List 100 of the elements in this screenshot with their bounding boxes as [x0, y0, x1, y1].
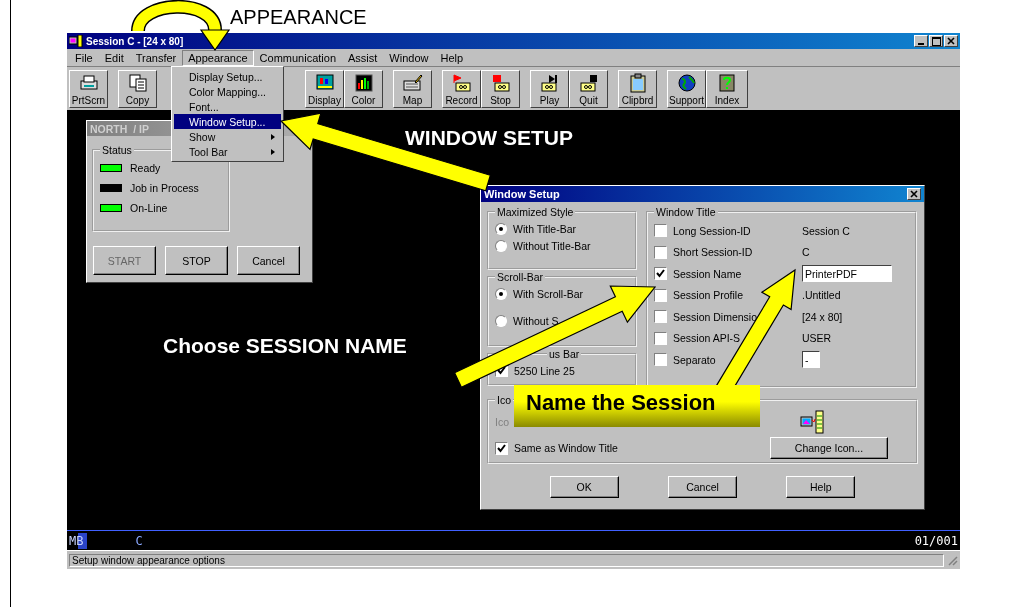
clipboard-icon: [627, 72, 648, 95]
checkbox-label: Session Profile: [673, 289, 744, 302]
checkbox-label: Short Session-ID: [673, 246, 753, 259]
status-label: Job in Process: [130, 182, 199, 194]
checkbox[interactable]: [654, 353, 667, 367]
callout-banner: Name the Session: [514, 385, 760, 427]
checkbox-label: Same as Window Title: [514, 442, 618, 454]
toolbar-button[interactable]: Map: [393, 69, 432, 108]
maximize-button[interactable]: [929, 35, 943, 47]
help-book-icon: [717, 72, 737, 95]
annotation-text: APPEARANCE: [230, 6, 367, 28]
menu-item[interactable]: Edit: [98, 49, 130, 66]
radio-label: Without Title-Bar: [513, 239, 591, 252]
dialog-button[interactable]: OK: [549, 476, 619, 498]
color-bars-icon: [353, 72, 374, 95]
toolbar-button[interactable]: Display: [305, 69, 344, 108]
toolbar-button[interactable]: Stop: [481, 69, 520, 108]
checkbox[interactable]: [654, 245, 667, 259]
menu-item[interactable]: Help: [434, 49, 470, 66]
annotation-text: WINDOW SETUP: [405, 126, 573, 150]
record-icon: [451, 72, 472, 95]
radio-label: With Title-Bar: [513, 222, 576, 235]
close-button[interactable]: [944, 35, 958, 47]
radio-button[interactable]: [495, 287, 507, 300]
close-icon: [910, 190, 918, 198]
menu-item[interactable]: File: [69, 49, 99, 66]
group-label: Ico: [496, 394, 512, 406]
status-bar: Setup window appearance options: [69, 553, 944, 567]
input-field[interactable]: -: [802, 351, 820, 369]
checkbox[interactable]: [654, 224, 667, 238]
window-title: Session C - [24 x 80]: [86, 35, 184, 47]
computer-icon: [800, 410, 824, 434]
resize-grip-icon[interactable]: [946, 554, 958, 566]
menu-item[interactable]: Color Mapping...: [174, 84, 281, 99]
menu-item[interactable]: Appearance: [182, 49, 254, 66]
dialog-title: Window Setup: [484, 188, 560, 200]
annotation-text: Choose SESSION NAME: [163, 334, 407, 358]
cursor-position: 01/001: [914, 533, 958, 548]
dialog-button[interactable]: STOP: [165, 246, 228, 275]
group-label: Window Title: [655, 206, 717, 218]
checkbox-label: Session API-S: [673, 332, 741, 345]
checkbox-label: Separato: [673, 353, 716, 366]
group-label: Scroll-Bar: [496, 271, 545, 283]
checkbox[interactable]: [654, 267, 667, 281]
submenu-arrow-icon: [271, 148, 275, 155]
toolbar-button[interactable]: Quit: [569, 69, 608, 108]
title-value: .Untitled: [802, 289, 842, 302]
checkbox-label: Long Session-ID: [673, 224, 751, 237]
checkbox-label: Session Dimensio: [673, 310, 758, 323]
title-value: [24 x 80]: [802, 310, 844, 323]
toolbar-button[interactable]: PrtScrn: [69, 69, 108, 108]
status-label: Ready: [130, 162, 161, 174]
dialog-button[interactable]: Cancel: [668, 476, 737, 498]
checkbox-label: Session Name: [673, 267, 742, 280]
checkbox[interactable]: [654, 331, 667, 345]
change-icon-button[interactable]: Change Icon...: [770, 437, 888, 459]
radio-button[interactable]: [495, 314, 507, 327]
toolbar-button[interactable]: Index: [706, 69, 748, 108]
session-letter: C: [135, 533, 143, 548]
group-label: Status: [101, 144, 133, 156]
menu-item[interactable]: Assist: [342, 49, 384, 66]
checkbox[interactable]: [654, 310, 667, 324]
toolbar-button[interactable]: Record: [442, 69, 481, 108]
title-value: Session C: [802, 224, 851, 237]
menu-item[interactable]: Font...: [174, 99, 281, 114]
globe-icon: [676, 72, 697, 95]
menu-item[interactable]: Window Setup...: [174, 114, 281, 129]
menu-item[interactable]: Window: [383, 49, 435, 66]
minimize-button[interactable]: [914, 35, 928, 47]
radio-label: Without S: [513, 314, 559, 327]
menu-item[interactable]: Communication: [253, 49, 342, 66]
dialog-button[interactable]: Help: [786, 476, 856, 498]
icon-text: Ico: [495, 416, 510, 428]
checkbox[interactable]: [495, 441, 508, 455]
tape-square-icon: [578, 72, 599, 95]
stop-icon: [490, 72, 511, 95]
toolbar-button[interactable]: Clipbrd: [618, 69, 657, 108]
dialog-button[interactable]: Cancel: [237, 246, 300, 275]
input-field[interactable]: PrinterPDF: [802, 265, 892, 283]
checkbox[interactable]: [654, 288, 667, 302]
toolbar-button[interactable]: Support: [667, 69, 706, 108]
menu-item[interactable]: Transfer: [129, 49, 183, 66]
group-label: us Bar: [548, 348, 581, 360]
maximize-icon: [931, 36, 941, 46]
radio-button[interactable]: [495, 222, 507, 235]
status-label: On-Line: [130, 202, 168, 214]
menu-item[interactable]: Tool Bar: [174, 144, 281, 159]
close-icon: [947, 37, 955, 45]
terminal-icon: [69, 35, 83, 47]
play-icon: [539, 72, 560, 95]
close-button[interactable]: [907, 188, 921, 200]
pages-icon: [127, 72, 148, 95]
toolbar-button[interactable]: Play: [530, 69, 569, 108]
radio-button[interactable]: [495, 239, 507, 252]
submenu-arrow-icon: [271, 133, 275, 140]
toolbar-button[interactable]: Color: [344, 69, 383, 108]
group-label: Maximized Style: [496, 206, 575, 218]
title-value: C: [802, 246, 811, 259]
menu-item[interactable]: Display Setup...: [174, 69, 281, 84]
toolbar-button[interactable]: Copy: [118, 69, 157, 108]
